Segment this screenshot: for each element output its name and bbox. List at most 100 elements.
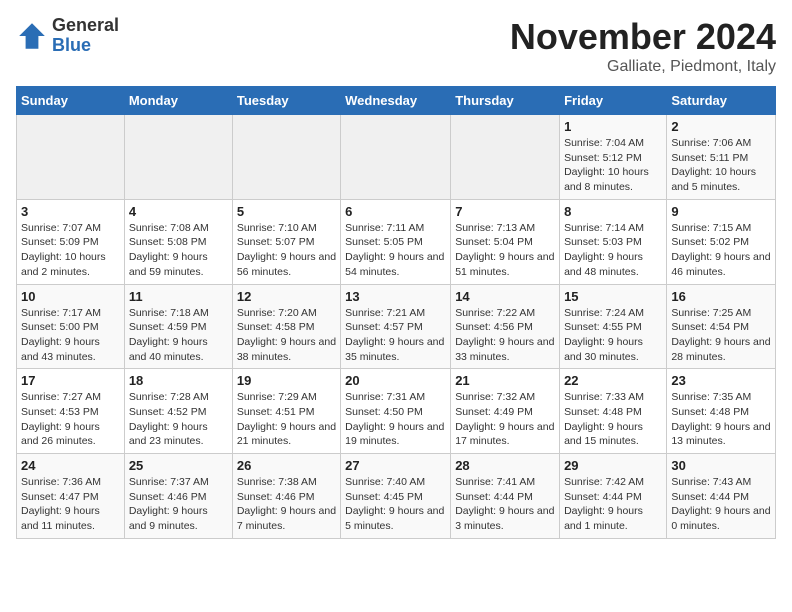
table-row: 18 Sunrise: 7:28 AM Sunset: 4:52 PM Dayli… — [124, 369, 232, 454]
day-info: Sunrise: 7:15 AM Sunset: 5:02 PM Dayligh… — [671, 221, 771, 280]
day-number: 21 — [455, 373, 555, 388]
day-info: Sunrise: 7:07 AM Sunset: 5:09 PM Dayligh… — [21, 221, 120, 280]
table-row — [124, 115, 232, 200]
page-header: General Blue November 2024 Galliate, Pie… — [16, 16, 776, 76]
table-row: 19 Sunrise: 7:29 AM Sunset: 4:51 PM Dayli… — [232, 369, 340, 454]
calendar-week-row: 3 Sunrise: 7:07 AM Sunset: 5:09 PM Daylig… — [17, 199, 776, 284]
day-number: 27 — [345, 458, 446, 473]
day-info: Sunrise: 7:40 AM Sunset: 4:45 PM Dayligh… — [345, 475, 446, 534]
day-number: 16 — [671, 289, 771, 304]
table-row: 8 Sunrise: 7:14 AM Sunset: 5:03 PM Daylig… — [560, 199, 667, 284]
day-number: 17 — [21, 373, 120, 388]
table-row: 4 Sunrise: 7:08 AM Sunset: 5:08 PM Daylig… — [124, 199, 232, 284]
logo-blue-text: Blue — [52, 36, 119, 56]
day-info: Sunrise: 7:27 AM Sunset: 4:53 PM Dayligh… — [21, 390, 120, 449]
table-row: 26 Sunrise: 7:38 AM Sunset: 4:46 PM Dayli… — [232, 454, 340, 539]
table-row: 15 Sunrise: 7:24 AM Sunset: 4:55 PM Dayli… — [560, 284, 667, 369]
day-info: Sunrise: 7:08 AM Sunset: 5:08 PM Dayligh… — [129, 221, 228, 280]
table-row: 9 Sunrise: 7:15 AM Sunset: 5:02 PM Daylig… — [667, 199, 776, 284]
col-monday: Monday — [124, 87, 232, 115]
day-number: 25 — [129, 458, 228, 473]
col-wednesday: Wednesday — [341, 87, 451, 115]
title-block: November 2024 Galliate, Piedmont, Italy — [510, 16, 776, 76]
table-row — [451, 115, 560, 200]
day-number: 24 — [21, 458, 120, 473]
day-number: 4 — [129, 204, 228, 219]
table-row: 29 Sunrise: 7:42 AM Sunset: 4:44 PM Dayli… — [560, 454, 667, 539]
logo-general-text: General — [52, 16, 119, 36]
day-info: Sunrise: 7:13 AM Sunset: 5:04 PM Dayligh… — [455, 221, 555, 280]
day-info: Sunrise: 7:21 AM Sunset: 4:57 PM Dayligh… — [345, 306, 446, 365]
table-row: 16 Sunrise: 7:25 AM Sunset: 4:54 PM Dayli… — [667, 284, 776, 369]
table-row: 23 Sunrise: 7:35 AM Sunset: 4:48 PM Dayli… — [667, 369, 776, 454]
day-number: 8 — [564, 204, 662, 219]
col-friday: Friday — [560, 87, 667, 115]
calendar-header-row: Sunday Monday Tuesday Wednesday Thursday… — [17, 87, 776, 115]
day-number: 29 — [564, 458, 662, 473]
table-row: 5 Sunrise: 7:10 AM Sunset: 5:07 PM Daylig… — [232, 199, 340, 284]
day-number: 10 — [21, 289, 120, 304]
table-row: 10 Sunrise: 7:17 AM Sunset: 5:00 PM Dayli… — [17, 284, 125, 369]
day-number: 23 — [671, 373, 771, 388]
day-info: Sunrise: 7:38 AM Sunset: 4:46 PM Dayligh… — [237, 475, 336, 534]
day-number: 11 — [129, 289, 228, 304]
day-info: Sunrise: 7:24 AM Sunset: 4:55 PM Dayligh… — [564, 306, 662, 365]
day-info: Sunrise: 7:22 AM Sunset: 4:56 PM Dayligh… — [455, 306, 555, 365]
day-info: Sunrise: 7:41 AM Sunset: 4:44 PM Dayligh… — [455, 475, 555, 534]
calendar-week-row: 10 Sunrise: 7:17 AM Sunset: 5:00 PM Dayli… — [17, 284, 776, 369]
table-row: 20 Sunrise: 7:31 AM Sunset: 4:50 PM Dayli… — [341, 369, 451, 454]
day-info: Sunrise: 7:10 AM Sunset: 5:07 PM Dayligh… — [237, 221, 336, 280]
day-info: Sunrise: 7:32 AM Sunset: 4:49 PM Dayligh… — [455, 390, 555, 449]
table-row — [341, 115, 451, 200]
col-saturday: Saturday — [667, 87, 776, 115]
day-info: Sunrise: 7:04 AM Sunset: 5:12 PM Dayligh… — [564, 136, 662, 195]
table-row: 1Sunrise: 7:04 AM Sunset: 5:12 PM Daylig… — [560, 115, 667, 200]
day-info: Sunrise: 7:17 AM Sunset: 5:00 PM Dayligh… — [21, 306, 120, 365]
day-number: 22 — [564, 373, 662, 388]
day-info: Sunrise: 7:14 AM Sunset: 5:03 PM Dayligh… — [564, 221, 662, 280]
table-row: 28 Sunrise: 7:41 AM Sunset: 4:44 PM Dayli… — [451, 454, 560, 539]
table-row: 2Sunrise: 7:06 AM Sunset: 5:11 PM Daylig… — [667, 115, 776, 200]
day-number: 28 — [455, 458, 555, 473]
table-row: 14Sunrise: 7:22 AM Sunset: 4:56 PM Dayli… — [451, 284, 560, 369]
day-info: Sunrise: 7:35 AM Sunset: 4:48 PM Dayligh… — [671, 390, 771, 449]
day-number: 26 — [237, 458, 336, 473]
col-tuesday: Tuesday — [232, 87, 340, 115]
day-info: Sunrise: 7:43 AM Sunset: 4:44 PM Dayligh… — [671, 475, 771, 534]
day-number: 3 — [21, 204, 120, 219]
day-number: 5 — [237, 204, 336, 219]
day-info: Sunrise: 7:28 AM Sunset: 4:52 PM Dayligh… — [129, 390, 228, 449]
day-info: Sunrise: 7:29 AM Sunset: 4:51 PM Dayligh… — [237, 390, 336, 449]
table-row: 7 Sunrise: 7:13 AM Sunset: 5:04 PM Daylig… — [451, 199, 560, 284]
day-info: Sunrise: 7:42 AM Sunset: 4:44 PM Dayligh… — [564, 475, 662, 534]
day-info: Sunrise: 7:25 AM Sunset: 4:54 PM Dayligh… — [671, 306, 771, 365]
day-info: Sunrise: 7:36 AM Sunset: 4:47 PM Dayligh… — [21, 475, 120, 534]
table-row — [17, 115, 125, 200]
table-row: 11Sunrise: 7:18 AM Sunset: 4:59 PM Dayli… — [124, 284, 232, 369]
table-row: 3 Sunrise: 7:07 AM Sunset: 5:09 PM Daylig… — [17, 199, 125, 284]
day-info: Sunrise: 7:06 AM Sunset: 5:11 PM Dayligh… — [671, 136, 771, 195]
day-number: 30 — [671, 458, 771, 473]
day-info: Sunrise: 7:11 AM Sunset: 5:05 PM Dayligh… — [345, 221, 446, 280]
day-number: 7 — [455, 204, 555, 219]
day-number: 20 — [345, 373, 446, 388]
table-row: 6Sunrise: 7:11 AM Sunset: 5:05 PM Daylig… — [341, 199, 451, 284]
table-row: 24 Sunrise: 7:36 AM Sunset: 4:47 PM Dayli… — [17, 454, 125, 539]
day-info: Sunrise: 7:37 AM Sunset: 4:46 PM Dayligh… — [129, 475, 228, 534]
day-info: Sunrise: 7:31 AM Sunset: 4:50 PM Dayligh… — [345, 390, 446, 449]
table-row: 27 Sunrise: 7:40 AM Sunset: 4:45 PM Dayli… — [341, 454, 451, 539]
table-row — [232, 115, 340, 200]
table-row: 30 Sunrise: 7:43 AM Sunset: 4:44 PM Dayli… — [667, 454, 776, 539]
logo: General Blue — [16, 16, 119, 56]
calendar-table: Sunday Monday Tuesday Wednesday Thursday… — [16, 86, 776, 539]
calendar-week-row: 24 Sunrise: 7:36 AM Sunset: 4:47 PM Dayli… — [17, 454, 776, 539]
table-row: 13 Sunrise: 7:21 AM Sunset: 4:57 PM Dayli… — [341, 284, 451, 369]
day-number: 19 — [237, 373, 336, 388]
col-thursday: Thursday — [451, 87, 560, 115]
day-number: 13 — [345, 289, 446, 304]
day-number: 18 — [129, 373, 228, 388]
table-row: 25 Sunrise: 7:37 AM Sunset: 4:46 PM Dayli… — [124, 454, 232, 539]
day-number: 9 — [671, 204, 771, 219]
month-title: November 2024 — [510, 16, 776, 58]
day-number: 15 — [564, 289, 662, 304]
